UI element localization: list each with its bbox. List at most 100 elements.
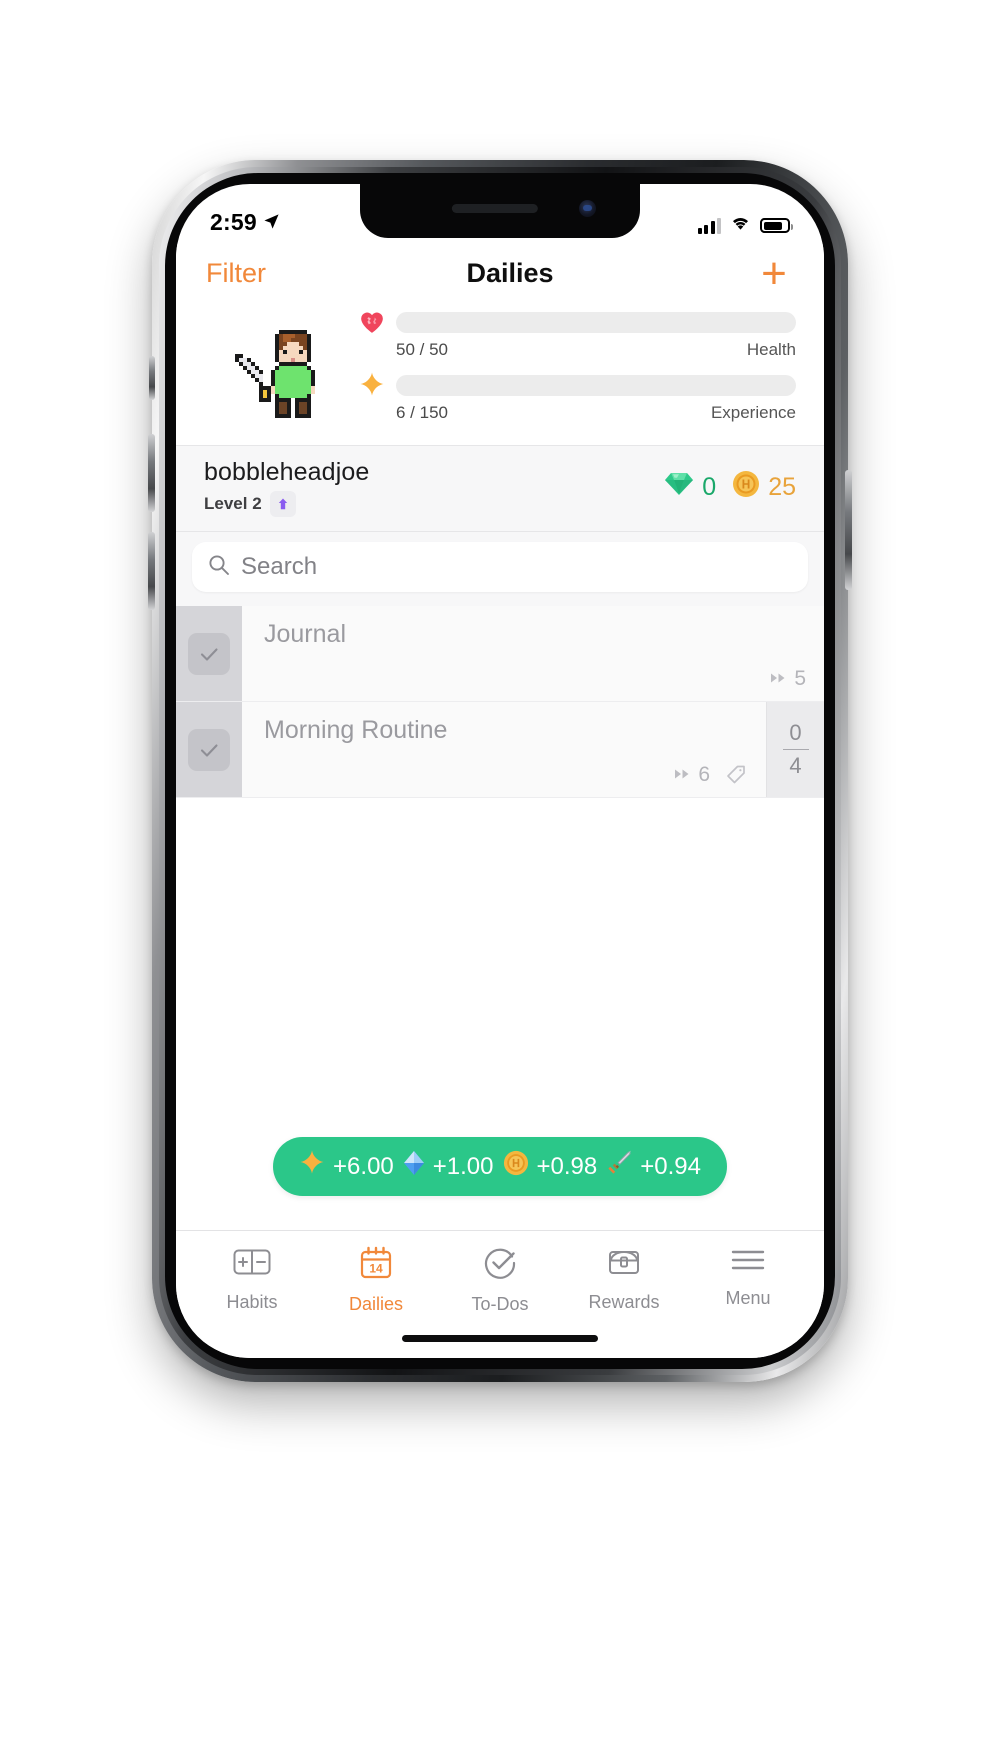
checkmark-icon xyxy=(188,632,230,675)
tab-dailies[interactable]: 14 Dailies xyxy=(317,1245,435,1315)
svg-text:14: 14 xyxy=(369,1262,383,1276)
gold-coin-icon xyxy=(503,1150,529,1183)
search-input[interactable]: Search xyxy=(192,542,808,592)
level-label: Level 2 xyxy=(204,494,262,513)
tag-icon xyxy=(724,763,748,787)
gem-currency[interactable]: 0 xyxy=(664,471,716,504)
currency-group: 0 25 xyxy=(664,470,796,505)
tab-label-habits: Habits xyxy=(226,1292,278,1312)
toast-gold: +0.98 xyxy=(503,1150,598,1183)
tab-menu[interactable]: Menu xyxy=(689,1245,807,1309)
status-bar-right xyxy=(697,215,793,236)
experience-label: Experience xyxy=(710,403,796,422)
task-meta: 6 xyxy=(264,763,748,787)
reward-toast-area: +6.00 +1.00 +0.98 +0.94 xyxy=(176,1137,824,1230)
hero-stats-section: 50 / 50 Health 6 / 150 Experience xyxy=(176,299,824,445)
gem-count: 0 xyxy=(702,473,717,501)
gem-icon xyxy=(664,471,694,504)
counter-completed: 0 xyxy=(789,720,802,746)
streak-indicator: 5 xyxy=(770,667,806,691)
home-indicator-area xyxy=(176,1323,824,1358)
task-content: Morning Routine 6 xyxy=(242,702,766,797)
task-subtask-counter: 0 4 xyxy=(766,702,824,797)
silent-switch[interactable] xyxy=(149,356,155,400)
task-content: Journal 5 xyxy=(242,606,824,701)
counter-divider xyxy=(782,748,809,751)
volume-down-button[interactable] xyxy=(148,532,155,610)
star-sparkle-icon xyxy=(359,372,385,398)
check-circle-icon xyxy=(482,1245,518,1286)
empty-list-area xyxy=(176,798,824,1137)
wifi-icon xyxy=(730,215,751,236)
health-bar-track xyxy=(396,311,796,333)
gold-count: 25 xyxy=(768,473,796,501)
search-placeholder: Search xyxy=(241,553,318,580)
task-checkbox[interactable] xyxy=(176,606,242,701)
earpiece-speaker xyxy=(451,204,538,213)
experience-bar-track xyxy=(396,374,796,396)
status-time: 2:59 xyxy=(210,209,257,235)
streak-forward-icon xyxy=(770,667,788,691)
front-camera-icon xyxy=(579,200,596,217)
search-icon xyxy=(208,554,230,581)
streak-indicator: 6 xyxy=(674,763,710,787)
blue-gem-icon xyxy=(403,1150,425,1183)
add-task-button[interactable]: + xyxy=(754,251,794,295)
task-meta: 5 xyxy=(264,667,806,691)
toast-strength-value: +0.94 xyxy=(640,1152,701,1180)
tab-habits[interactable]: Habits xyxy=(193,1245,311,1313)
page-title: Dailies xyxy=(466,258,554,288)
table-row[interactable]: Morning Routine 6 0 4 xyxy=(176,702,824,798)
task-checkbox[interactable] xyxy=(176,702,242,797)
pixel-warrior-avatar xyxy=(234,330,315,418)
avatar[interactable] xyxy=(194,305,359,423)
health-value: 50 / 50 xyxy=(396,340,448,359)
toast-experience: +6.00 xyxy=(299,1150,394,1183)
status-bar-left: 2:59 xyxy=(210,209,280,236)
stat-bars: 50 / 50 Health 6 / 150 Experience xyxy=(359,305,796,423)
star-sparkle-icon xyxy=(299,1150,325,1183)
username: bobbleheadjoe xyxy=(204,458,370,486)
task-title: Morning Routine xyxy=(264,716,448,744)
navigation-bar: Filter Dailies + xyxy=(176,244,824,299)
tab-rewards[interactable]: Rewards xyxy=(565,1245,683,1313)
task-title: Journal xyxy=(264,620,346,648)
home-indicator[interactable] xyxy=(402,1335,598,1342)
toast-gem: +1.00 xyxy=(403,1150,494,1183)
volume-up-button[interactable] xyxy=(148,434,155,512)
toast-strength: +0.94 xyxy=(606,1150,701,1183)
user-summary-bar[interactable]: bobbleheadjoe Level 2 0 25 xyxy=(176,445,824,532)
search-section: Search xyxy=(176,532,824,606)
health-label: Health xyxy=(746,340,796,359)
experience-value: 6 / 150 xyxy=(396,403,448,422)
gold-coin-icon xyxy=(732,470,760,505)
toast-experience-value: +6.00 xyxy=(333,1152,394,1180)
counter-total: 4 xyxy=(789,753,802,779)
battery-icon xyxy=(760,218,793,233)
screenshot-stage: 2:59 Filter Dailies + 50 / 50 Health 6 /… xyxy=(0,0,1000,1750)
gold-currency[interactable]: 25 xyxy=(732,470,796,505)
level-up-arrow-icon[interactable] xyxy=(269,491,296,517)
phone-device-frame: 2:59 Filter Dailies + 50 / 50 Health 6 /… xyxy=(148,160,852,1382)
power-button[interactable] xyxy=(845,470,852,590)
user-identity: bobbleheadjoe Level 2 xyxy=(204,458,369,517)
toast-gold-value: +0.98 xyxy=(536,1152,598,1180)
task-list: Journal 5 Morning Routine 6 0 4 xyxy=(176,606,824,798)
tab-label-todos: To-Dos xyxy=(471,1294,529,1314)
bottom-tab-bar: Habits 14 Dailies To-Dos Rewards Menu xyxy=(176,1230,824,1323)
streak-forward-icon xyxy=(674,763,692,787)
reward-toast[interactable]: +6.00 +1.00 +0.98 +0.94 xyxy=(273,1137,727,1196)
tab-label-rewards: Rewards xyxy=(588,1292,660,1312)
filter-button[interactable]: Filter xyxy=(206,258,266,289)
tab-label-menu: Menu xyxy=(725,1288,771,1308)
table-row[interactable]: Journal 5 xyxy=(176,606,824,702)
streak-count: 5 xyxy=(794,667,806,690)
phone-screen: 2:59 Filter Dailies + 50 / 50 Health 6 /… xyxy=(176,184,824,1358)
plus-minus-icon xyxy=(232,1245,272,1284)
experience-stat: 6 / 150 Experience xyxy=(359,372,796,423)
heart-icon xyxy=(359,309,385,335)
tab-todos[interactable]: To-Dos xyxy=(441,1245,559,1315)
cellular-signal-icon xyxy=(697,217,721,234)
level-row: Level 2 xyxy=(204,491,369,517)
sword-icon xyxy=(606,1150,632,1183)
